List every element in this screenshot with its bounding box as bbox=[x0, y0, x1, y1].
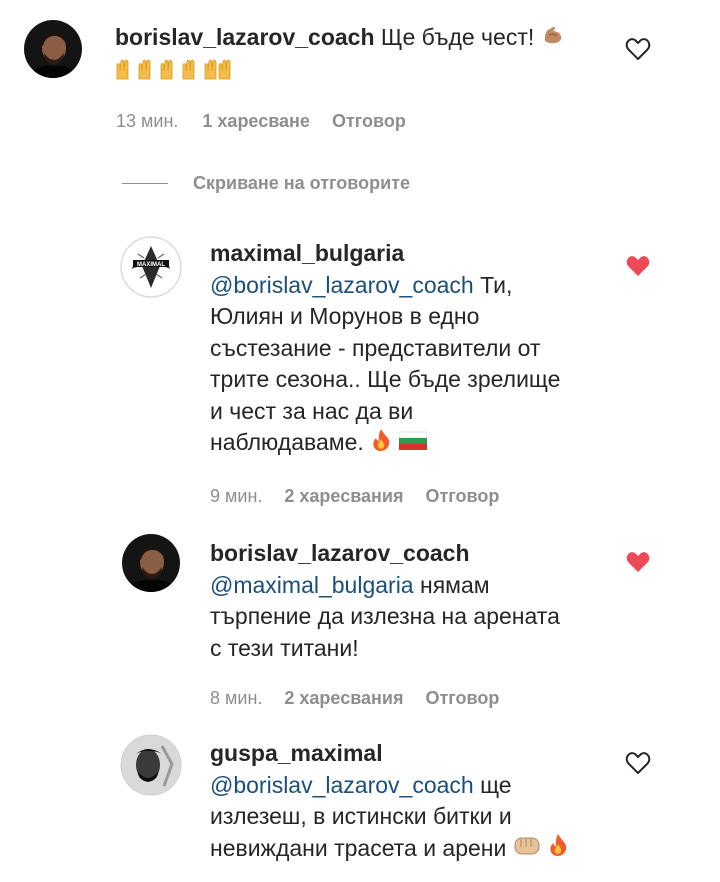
comment-text: Ти, bbox=[480, 271, 513, 298]
like-heart-icon[interactable] bbox=[625, 37, 651, 61]
comment-text-line: с тези титани! bbox=[210, 634, 359, 661]
comment-text-line: излезеш, в истински битки и bbox=[210, 803, 512, 829]
avatar[interactable]: MAXIMAL bbox=[120, 236, 182, 298]
comment-text-line: и чест за нас да ви bbox=[210, 397, 414, 424]
comment-text-line: трите сезона.. Ще бъде зрелище bbox=[210, 366, 561, 392]
reply-button[interactable]: Отговор bbox=[332, 111, 406, 132]
comment-meta: 9 мин. 2 харесвания Отговор bbox=[210, 486, 499, 507]
like-heart-icon[interactable] bbox=[625, 751, 651, 775]
hide-replies-label: Скриване на отговорите bbox=[193, 173, 411, 193]
comment-text-line: Юлиян и Морунов в едно bbox=[210, 303, 480, 329]
avatar[interactable] bbox=[120, 734, 182, 796]
comment-username[interactable]: maximal_bulgaria bbox=[210, 238, 610, 270]
fire-icon bbox=[547, 833, 569, 866]
svg-text:MAXIMAL: MAXIMAL bbox=[137, 262, 165, 268]
like-heart-icon[interactable] bbox=[625, 550, 651, 574]
comment-username[interactable]: borislav_lazarov_coach bbox=[210, 538, 610, 570]
comment-time: 13 мин. bbox=[116, 111, 179, 131]
comment-meta: 8 мин. 2 харесвания Отговор bbox=[210, 688, 499, 709]
comment-username[interactable]: guspa_maximal bbox=[210, 738, 610, 770]
comment-text-line: невиждани трасета и арени bbox=[210, 834, 507, 861]
comment-text-line: търпение да излезна на арената bbox=[210, 603, 560, 629]
avatar[interactable] bbox=[122, 534, 180, 592]
comment-time: 8 мин. bbox=[210, 688, 263, 708]
mention-link[interactable]: @maximal_bulgaria bbox=[210, 572, 414, 598]
raised-hands-icon bbox=[115, 57, 233, 90]
likes-count-button[interactable]: 2 харесвания bbox=[284, 486, 403, 507]
divider-line bbox=[122, 183, 168, 184]
comment-text: Ще бъде чест! bbox=[380, 24, 535, 50]
reply-button[interactable]: Отговор bbox=[425, 688, 499, 709]
mention-link[interactable]: @borislav_lazarov_coach bbox=[210, 772, 474, 798]
likes-count-button[interactable]: 1 харесване bbox=[202, 111, 310, 132]
comment-time: 9 мин. bbox=[210, 486, 263, 506]
comment-text-line: наблюдаваме. bbox=[210, 429, 364, 455]
mention-link[interactable]: @borislav_lazarov_coach bbox=[210, 272, 474, 298]
comment-text: нямам bbox=[420, 571, 490, 598]
fire-icon bbox=[370, 428, 392, 461]
hide-replies-button[interactable]: Скриване на отговорите bbox=[122, 173, 410, 194]
flexed-biceps-icon bbox=[541, 23, 565, 56]
comment-text: ще bbox=[480, 771, 512, 798]
reply-button[interactable]: Отговор bbox=[425, 486, 499, 507]
like-heart-icon[interactable] bbox=[625, 254, 651, 278]
avatar[interactable] bbox=[24, 20, 82, 78]
likes-count-button[interactable]: 2 харесвания bbox=[284, 688, 403, 709]
flag-bulgaria-icon bbox=[398, 428, 427, 460]
comment-meta: 13 мин. 1 харесване Отговор bbox=[116, 111, 406, 132]
comment-text-line: състезание - представители от bbox=[210, 334, 541, 361]
comment-username[interactable]: borislav_lazarov_coach bbox=[115, 24, 375, 50]
oncoming-fist-icon bbox=[513, 834, 541, 866]
